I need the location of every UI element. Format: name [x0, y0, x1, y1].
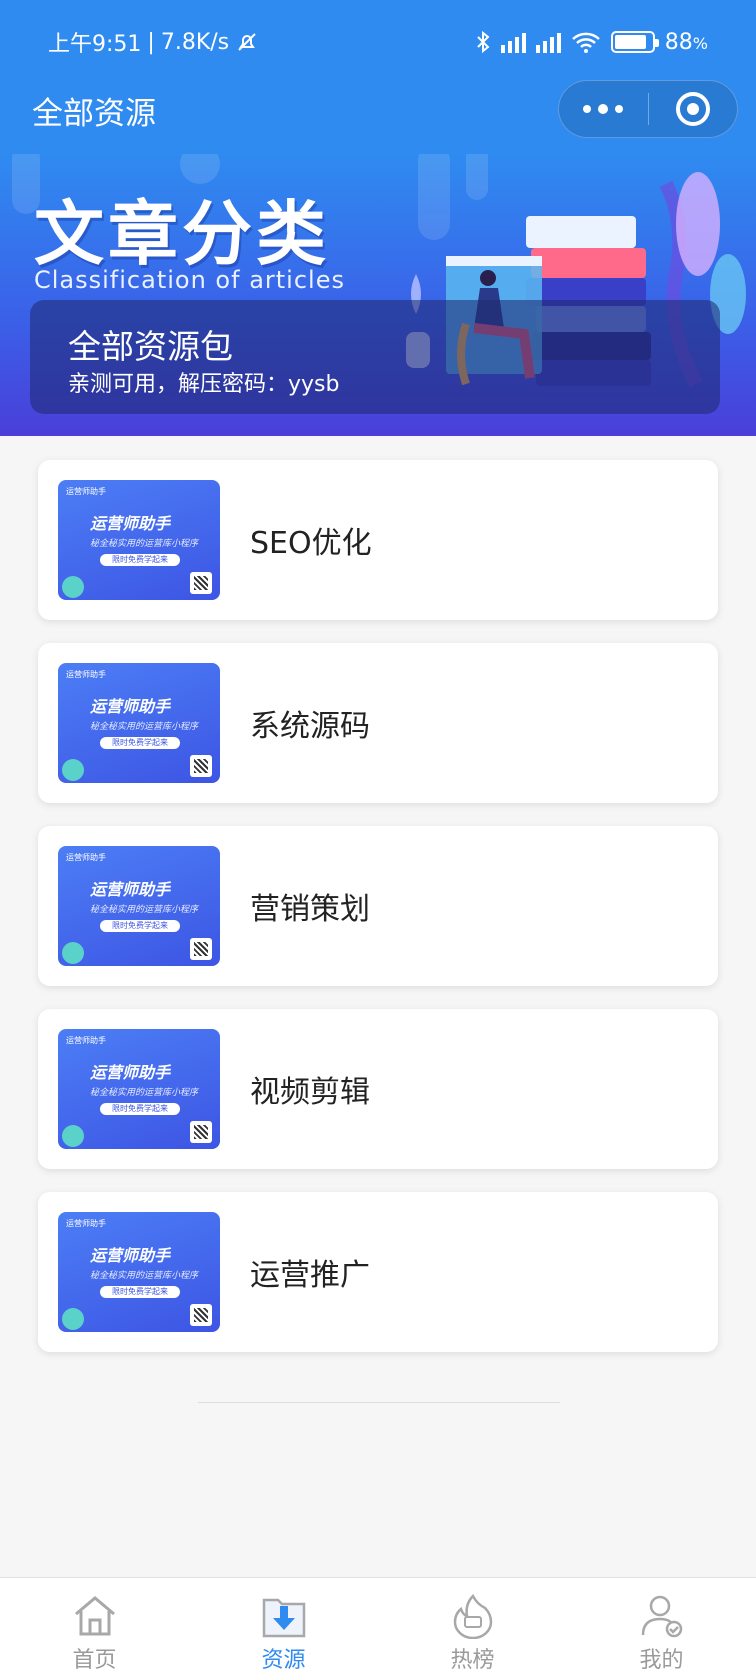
wifi-icon	[571, 32, 600, 53]
category-list: 运营师助手 运营师助手 秘全秘实用的运营库小程序 限时免费学起来 SEO优化 运营师助手运…	[38, 460, 718, 1375]
banner-card-title: 全部资源包	[68, 327, 233, 366]
thumbnail-figure	[62, 576, 84, 598]
tab-home[interactable]: 首页	[0, 1578, 189, 1680]
mute-bell-icon	[238, 33, 256, 51]
thumbnail-cta: 限时免费学起来	[100, 1103, 180, 1115]
thumbnail-figure	[62, 942, 84, 964]
thumbnail-small-text: 运营师助手	[66, 1036, 106, 1045]
list-end-divider	[198, 1402, 560, 1403]
fire-icon	[453, 1593, 492, 1639]
category-label: 视频剪辑	[250, 1075, 370, 1110]
category-card[interactable]: 运营师助手 运营师助手 秘全秘实用的运营库小程序 限时免费学起来 系统源码	[38, 643, 718, 803]
signal-icon	[535, 31, 561, 53]
thumbnail-cta: 限时免费学起来	[100, 554, 180, 566]
banner[interactable]: 文章分类 Classification of articles 全部资源包 亲测…	[0, 154, 756, 436]
bluetooth-icon	[477, 30, 490, 54]
banner-subtitle: Classification of articles	[34, 266, 345, 294]
qr-code-icon	[190, 1121, 212, 1143]
thumbnail-small-text: 运营师助手	[66, 487, 106, 496]
status-time: 上午9:51	[48, 32, 142, 57]
more-menu-button[interactable]	[559, 104, 648, 114]
home-icon	[74, 1596, 115, 1636]
thumbnail-brand: 运营师助手	[90, 514, 171, 533]
thumbnail-figure	[62, 1125, 84, 1147]
close-miniprogram-button[interactable]	[649, 92, 738, 126]
network-speed: 7.8K/s	[160, 29, 230, 55]
thumbnail-brand: 运营师助手	[90, 1246, 171, 1265]
user-icon	[641, 1595, 682, 1638]
category-thumbnail: 运营师助手 运营师助手 秘全秘实用的运营库小程序 限时免费学起来	[58, 663, 220, 783]
banner-title: 文章分类	[34, 192, 330, 275]
thumbnail-tagline: 秘全秘实用的运营库小程序	[90, 905, 199, 915]
banner-info-card: 全部资源包 亲测可用，解压密码：yysb	[30, 300, 720, 414]
thumbnail-figure	[62, 1308, 84, 1330]
status-bar: 上午9:51 | 7.8K/s 88%	[48, 24, 708, 60]
thumbnail-brand: 运营师助手	[90, 880, 171, 899]
category-card[interactable]: 运营师助手 运营师助手 秘全秘实用的运营库小程序 限时免费学起来 营销策划	[38, 826, 718, 986]
category-label: 运营推广	[250, 1258, 370, 1293]
battery-icon	[610, 31, 659, 53]
top-bar: 上午9:51 | 7.8K/s 88% 全部资源	[0, 0, 756, 154]
tab-resources[interactable]: 资源	[189, 1578, 378, 1680]
bottom-tab-bar: 首页 资源 热榜 我的	[0, 1577, 756, 1680]
banner-card-description: 亲测可用，解压密码：yysb	[68, 372, 340, 397]
tab-hot-list[interactable]: 热榜	[378, 1578, 567, 1680]
category-card[interactable]: 运营师助手 运营师助手 秘全秘实用的运营库小程序 限时免费学起来 运营推广	[38, 1192, 718, 1352]
qr-code-icon	[190, 572, 212, 594]
thumbnail-figure	[62, 759, 84, 781]
thumbnail-tagline: 秘全秘实用的运营库小程序	[90, 722, 199, 732]
qr-code-icon	[190, 1304, 212, 1326]
qr-code-icon	[190, 938, 212, 960]
tab-hot-list-label: 热榜	[450, 1648, 495, 1673]
thumbnail-small-text: 运营师助手	[66, 853, 106, 862]
battery-percent: 88	[664, 29, 693, 55]
thumbnail-small-text: 运营师助手	[66, 1219, 106, 1228]
category-thumbnail: 运营师助手 运营师助手 秘全秘实用的运营库小程序 限时免费学起来	[58, 480, 220, 600]
signal-hd-icon	[500, 31, 526, 53]
category-label: 系统源码	[250, 709, 370, 744]
category-thumbnail: 运营师助手 运营师助手 秘全秘实用的运营库小程序 限时免费学起来	[58, 1029, 220, 1149]
miniprogram-capsule	[558, 80, 738, 138]
tab-resources-label: 资源	[261, 1648, 306, 1673]
battery-unit: %	[692, 33, 708, 53]
tab-profile[interactable]: 我的	[567, 1578, 756, 1680]
category-label: 营销策划	[250, 892, 370, 927]
target-icon	[675, 92, 710, 126]
thumbnail-tagline: 秘全秘实用的运营库小程序	[90, 1271, 199, 1281]
tab-home-label: 首页	[72, 1648, 117, 1673]
category-thumbnail: 运营师助手 运营师助手 秘全秘实用的运营库小程序 限时免费学起来	[58, 1212, 220, 1332]
qr-code-icon	[190, 755, 212, 777]
category-thumbnail: 运营师助手 运营师助手 秘全秘实用的运营库小程序 限时免费学起来	[58, 846, 220, 966]
category-card[interactable]: 运营师助手 运营师助手 秘全秘实用的运营库小程序 限时免费学起来 SEO优化	[38, 460, 718, 620]
thumbnail-brand: 运营师助手	[90, 1063, 171, 1082]
thumbnail-cta: 限时免费学起来	[100, 737, 180, 749]
thumbnail-cta: 限时免费学起来	[100, 1286, 180, 1298]
category-card[interactable]: 运营师助手 运营师助手 秘全秘实用的运营库小程序 限时免费学起来 视频剪辑	[38, 1009, 718, 1169]
page-title: 全部资源	[32, 96, 156, 132]
thumbnail-cta: 限时免费学起来	[100, 920, 180, 932]
download-icon	[262, 1598, 305, 1638]
category-label: SEO优化	[250, 526, 372, 561]
thumbnail-tagline: 秘全秘实用的运营库小程序	[90, 539, 199, 549]
tab-profile-label: 我的	[639, 1648, 684, 1673]
thumbnail-small-text: 运营师助手	[66, 670, 106, 679]
thumbnail-brand: 运营师助手	[90, 697, 171, 716]
thumbnail-tagline: 秘全秘实用的运营库小程序	[90, 1088, 199, 1098]
